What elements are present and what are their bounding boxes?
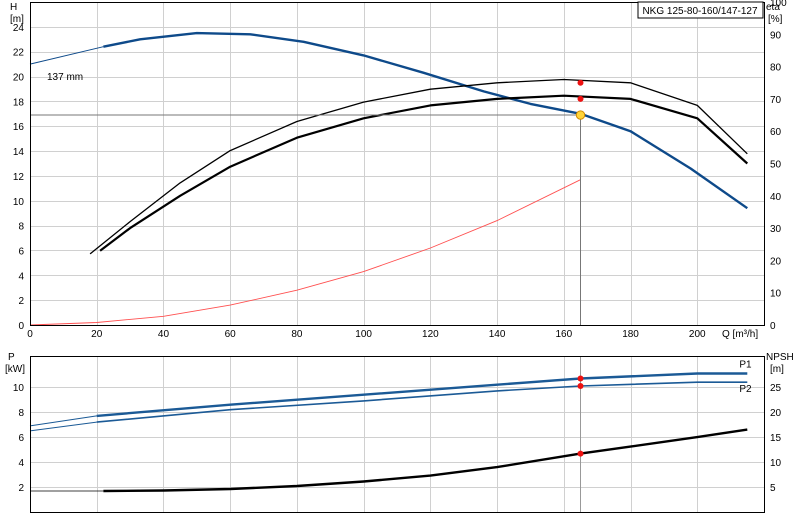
h-y-tick-label: 2 — [18, 296, 24, 307]
eta-upper-marker — [577, 79, 584, 86]
power-p1-extension — [29, 415, 97, 427]
eta-y-tick-label: 30 — [770, 224, 782, 235]
eta-y-tick-label: 40 — [770, 192, 782, 203]
npsh-curve — [103, 428, 748, 493]
head-curve — [103, 31, 748, 210]
p-axis-unit: [kW] — [5, 364, 25, 375]
p-y-tick-label: 10 — [13, 383, 25, 394]
npsh-axis-label: NPSH — [766, 352, 794, 363]
eta-axis-unit: [%] — [768, 14, 783, 25]
npsh-y-tick-label: 25 — [770, 383, 782, 394]
p1-duty-marker — [577, 375, 584, 382]
x-tick-label: 0 — [27, 329, 33, 340]
x-tick-label: 20 — [91, 329, 103, 340]
npsh-y-tick-label: 10 — [770, 458, 782, 469]
efficiency-curve-lower — [99, 94, 749, 252]
h-y-tick-label: 12 — [13, 172, 25, 183]
x-tick-label: 120 — [422, 329, 439, 340]
power-p1-label: P1 — [739, 359, 752, 370]
h-y-tick-label: 4 — [18, 271, 24, 282]
h-y-tick-label: 22 — [13, 48, 25, 59]
eta-y-tick-label: 10 — [770, 289, 782, 300]
p-y-tick-label: 4 — [18, 458, 24, 469]
head-curve-extension — [29, 46, 104, 65]
npsh-y-tick-label: 15 — [770, 433, 782, 444]
eta-y-tick-label: 60 — [770, 127, 782, 138]
p-plot-frame — [30, 356, 765, 513]
x-tick-label: 60 — [225, 329, 237, 340]
h-y-tick-label: 14 — [13, 147, 25, 158]
h-axis-label: H — [10, 2, 17, 13]
h-y-tick-label: 16 — [13, 122, 25, 133]
h-y-tick-label: 8 — [18, 222, 24, 233]
npsh-y-tick-label: 5 — [770, 483, 776, 494]
h-y-tick-label: 20 — [13, 73, 25, 84]
p-y-tick-label: 6 — [18, 433, 24, 444]
power-p2-label: P2 — [739, 384, 752, 395]
eta-y-tick-label: 80 — [770, 63, 782, 74]
p-axis-label: P — [8, 352, 15, 363]
eta-y-tick-label: 0 — [770, 321, 776, 332]
impeller-diameter-label: 137 mm — [47, 72, 83, 83]
p2-duty-marker — [577, 382, 584, 389]
h-y-tick-label: 0 — [18, 321, 24, 332]
eta-y-tick-label: 90 — [770, 30, 782, 41]
chart-svg: 0246810121416182022240102030405060708090… — [5, 0, 794, 513]
x-tick-label: 160 — [555, 329, 572, 340]
chart-title: NKG 125-80-160/147-127 — [642, 6, 758, 17]
eta-y-tick-label: 20 — [770, 256, 782, 267]
h-y-tick-label: 6 — [18, 246, 24, 257]
title-box: NKG 125-80-160/147-127 — [637, 1, 764, 19]
x-tick-label: 80 — [291, 329, 303, 340]
x-tick-label: 200 — [689, 329, 706, 340]
pump-performance-chart: 0 2 4 6 8 10 12 14 16 18 20 22 24 0 10 20 30 40 50 60 70 80 90… — [0, 0, 800, 520]
eta-axis-label: eta — [766, 2, 780, 13]
duty-point-marker — [575, 110, 586, 120]
npsh-duty-marker — [577, 450, 584, 457]
h-y-tick-label: 18 — [13, 97, 25, 108]
h-axis-unit: [m] — [10, 14, 24, 25]
power-p1-curve — [96, 372, 748, 418]
p-y-tick-label: 2 — [18, 483, 24, 494]
eta-y-tick-label: 70 — [770, 95, 782, 106]
eta-lower-marker — [577, 95, 584, 102]
npsh-y-tick-label: 20 — [770, 408, 782, 419]
efficiency-curve-upper — [89, 78, 748, 255]
x-tick-label: 180 — [622, 329, 639, 340]
p-y-tick-label: 8 — [18, 408, 24, 419]
x-axis-label: Q [m³/h] — [722, 329, 758, 340]
x-tick-label: 100 — [355, 329, 372, 340]
h-y-tick-label: 10 — [13, 197, 25, 208]
power-p2-extension — [29, 421, 97, 432]
x-tick-label: 140 — [489, 329, 506, 340]
h-plot-frame — [30, 2, 765, 326]
x-tick-label: 40 — [158, 329, 170, 340]
eta-y-tick-label: 50 — [770, 160, 782, 171]
npsh-axis-unit: [m] — [770, 364, 784, 375]
power-p2-curve — [96, 381, 748, 423]
